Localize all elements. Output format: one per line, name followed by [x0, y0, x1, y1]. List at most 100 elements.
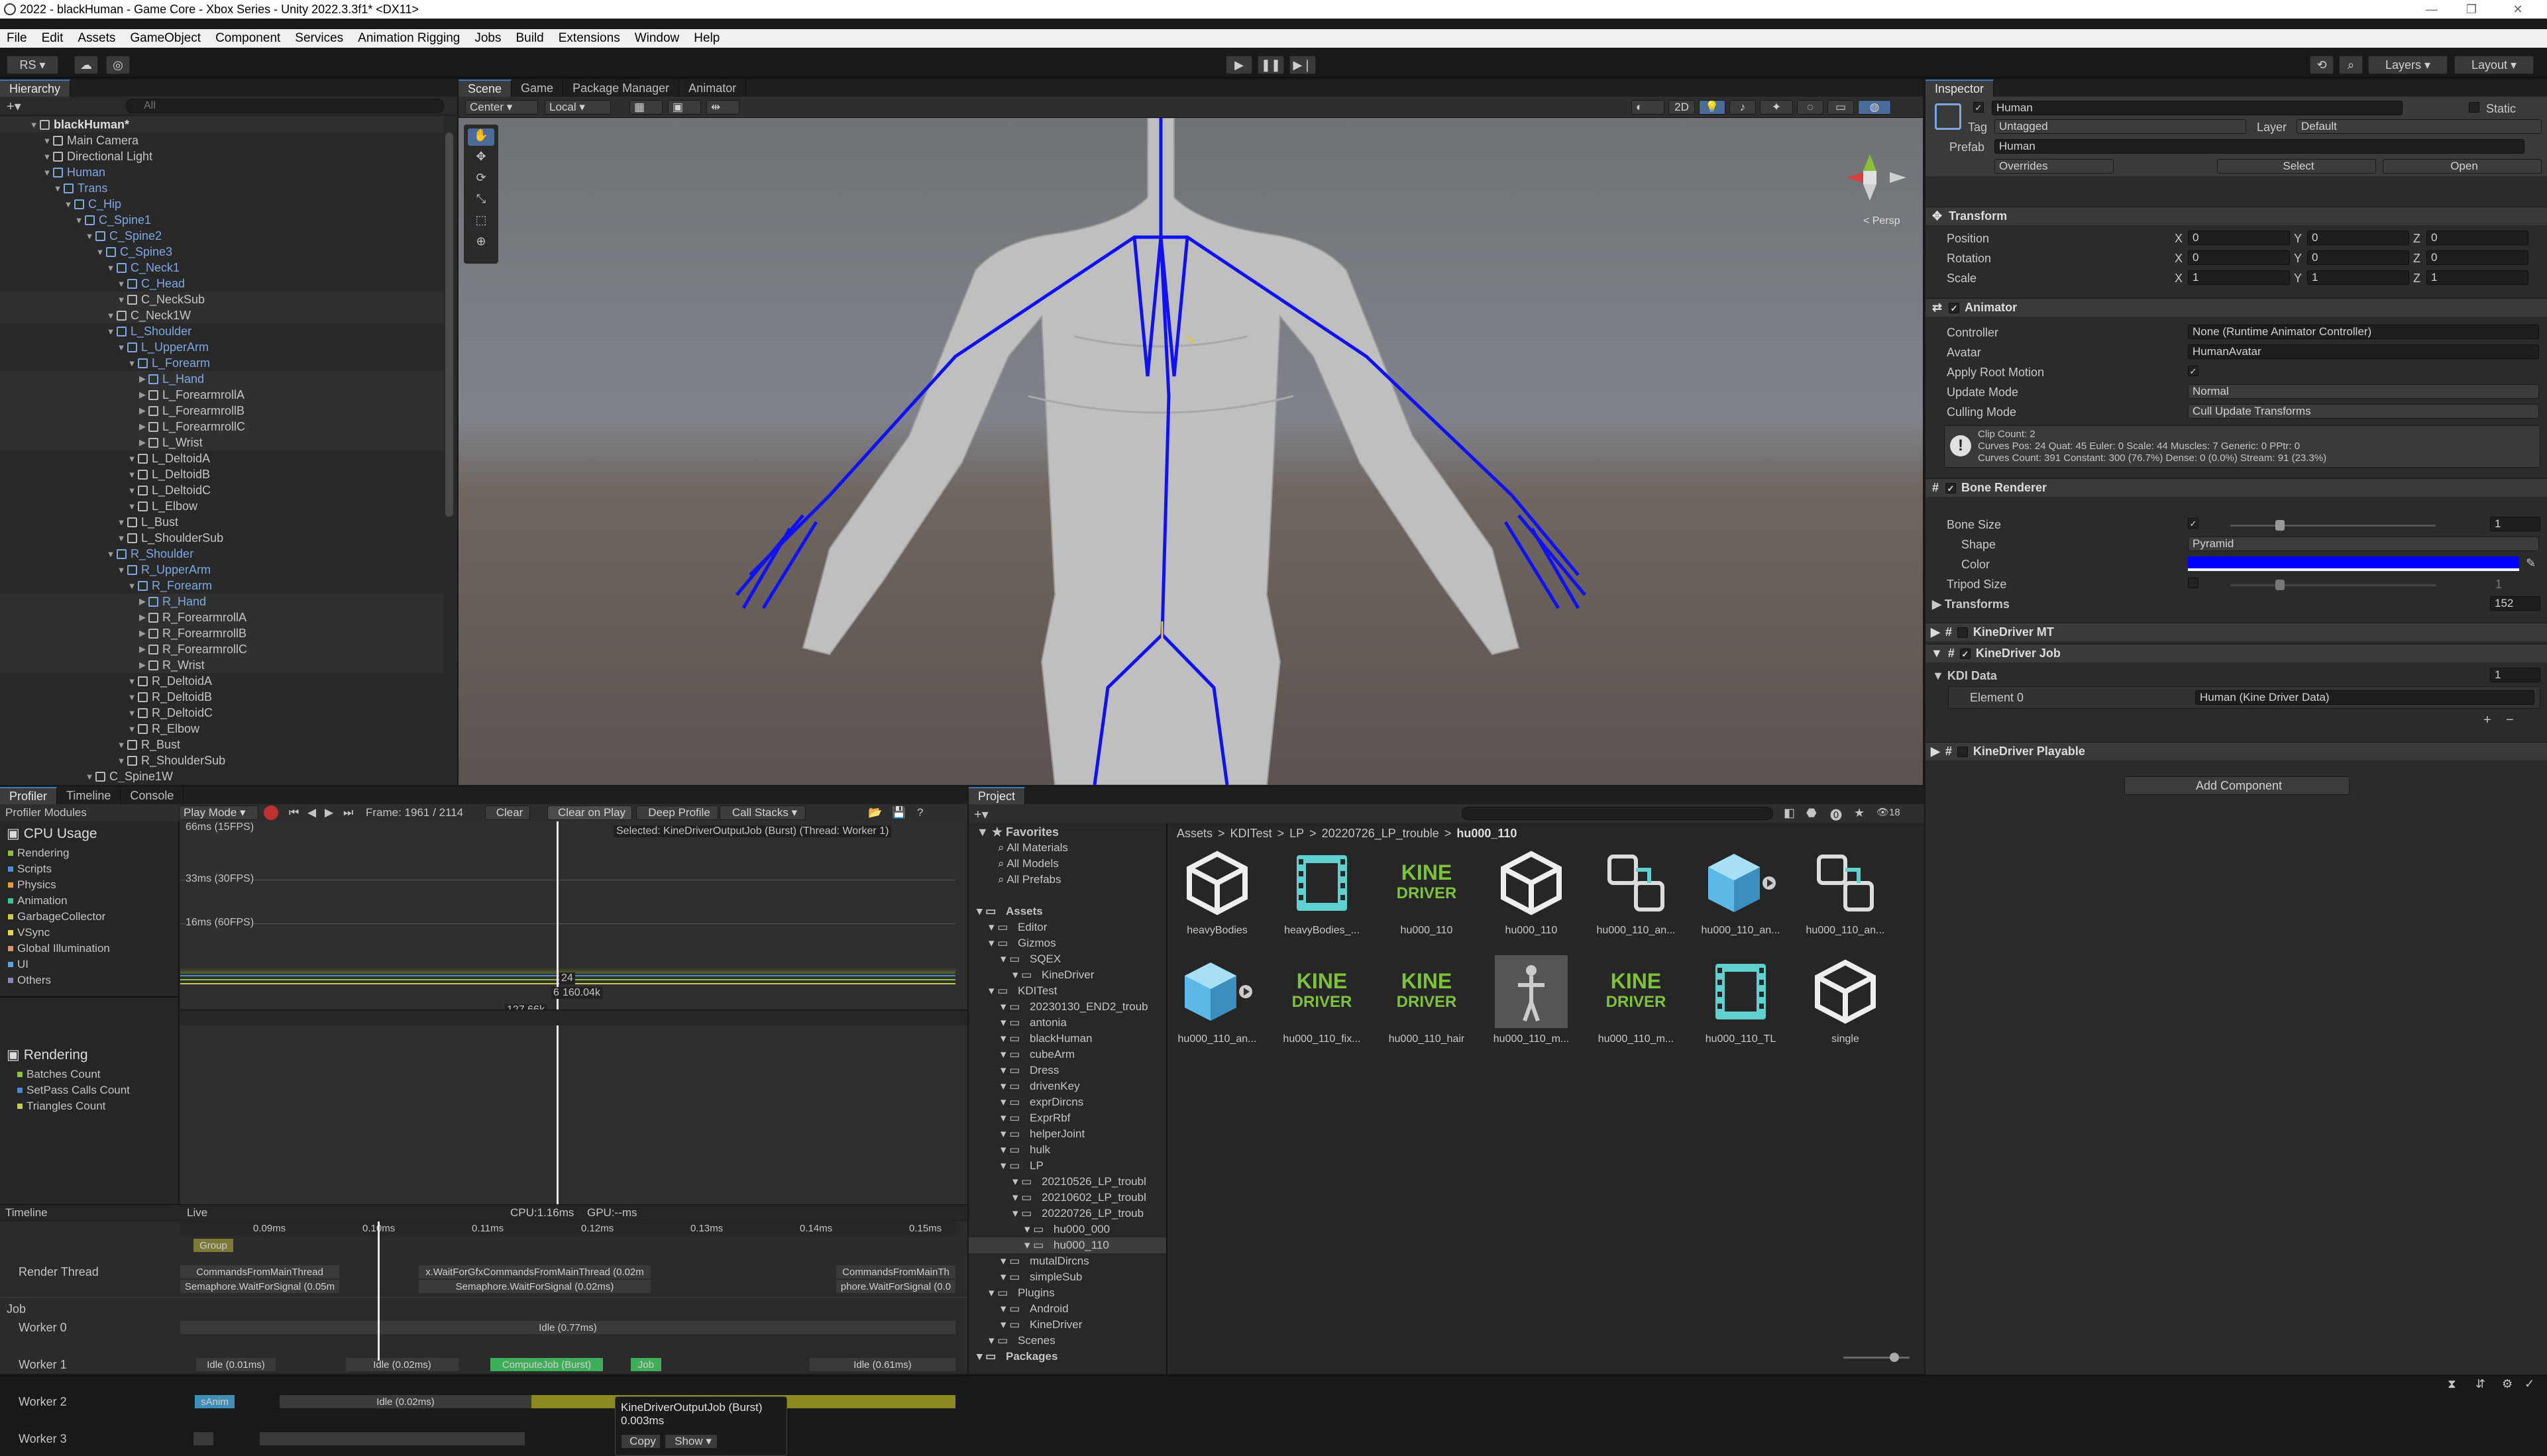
expand-arrow-icon[interactable]: ▼ [74, 215, 83, 225]
project-folder-item[interactable]: ▾ ▭ 20210526_LP_troubl [969, 1174, 1166, 1190]
expand-arrow-icon[interactable]: ▶ [138, 405, 147, 416]
project-folder-item[interactable]: ▾ ▭ Assets [969, 904, 1166, 919]
expand-arrow-icon[interactable]: ▼ [127, 486, 136, 495]
minimize-button[interactable]: — [2412, 0, 2452, 19]
hierarchy-item[interactable]: ▼ C_Neck1 [0, 260, 444, 276]
expand-arrow-icon[interactable]: ▼ [117, 295, 126, 305]
breadcrumb-item[interactable]: KDITest [1230, 827, 1272, 841]
collab-icon[interactable]: ◎ [106, 56, 130, 74]
play-button[interactable]: ▶ [1226, 56, 1252, 74]
load-icon[interactable]: 📂 [868, 806, 882, 819]
worker2-bar[interactable]: sAnim [195, 1395, 235, 1408]
hierarchy-item[interactable]: ▶ L_ForearmrollB [0, 403, 444, 419]
asset-item[interactable]: single [1802, 955, 1888, 1045]
favorites-foldout[interactable]: ▼ ★ Favorites [977, 825, 1059, 839]
project-folder-item[interactable]: ▾ ▭ hu000_110 [969, 1237, 1166, 1253]
kdi-data-foldout[interactable]: ▼ KDI Data [1932, 669, 1997, 683]
close-button[interactable]: ✕ [2498, 0, 2538, 19]
project-folder-item[interactable]: ▾ ▭ SQEX [969, 951, 1166, 967]
asset-item[interactable]: hu000_110_m... [1488, 955, 1574, 1045]
asset-item[interactable]: heavyBodies [1174, 847, 1260, 937]
culling-mode-dropdown[interactable]: Cull Update Transforms [2188, 404, 2539, 419]
project-folder-item[interactable]: ▾ ▭ simpleSub [969, 1269, 1166, 1285]
project-folder-item[interactable]: ▾ ▭ Packages [969, 1349, 1166, 1365]
prefab-open-button[interactable]: Open [2383, 159, 2542, 174]
project-folder-item[interactable]: ▾ ▭ ExprRbf [969, 1110, 1166, 1126]
asset-size-slider[interactable] [1843, 1357, 1910, 1359]
next-frame-icon[interactable]: ▶ [325, 806, 333, 819]
project-folder-item[interactable]: ▾ ▭ 20210602_LP_troubl [969, 1190, 1166, 1206]
record-button[interactable] [264, 806, 278, 820]
menu-item-jobs[interactable]: Jobs [474, 31, 501, 46]
last-frame-icon[interactable]: ⏭ [343, 806, 353, 819]
expand-arrow-icon[interactable]: ▶ [138, 390, 147, 400]
kdi-count-field[interactable]: 1 [2490, 668, 2540, 682]
remove-element-icon[interactable]: − [2506, 713, 2514, 728]
menu-item-edit[interactable]: Edit [42, 31, 64, 46]
project-folder-item[interactable]: ▾ ▭ helperJoint [969, 1126, 1166, 1142]
profiler-modules-label[interactable]: Profiler Modules [5, 806, 87, 819]
hierarchy-item[interactable]: ▶ L_ForearmrollC [0, 419, 444, 435]
tab-package-manager[interactable]: Package Manager [563, 79, 680, 97]
move-tool-icon[interactable]: ✥ [468, 150, 494, 167]
layers-dropdown[interactable]: Layers ▾ [2368, 56, 2448, 74]
hierarchy-item[interactable]: ▶ R_ForearmrollB [0, 625, 444, 641]
menu-item-services[interactable]: Services [295, 31, 343, 46]
render-thread-bar[interactable]: CommandsFromMainThread [180, 1265, 339, 1278]
project-folder-item[interactable]: ▾ ▭ cubeArm [969, 1047, 1166, 1063]
project-folder-item[interactable]: ▾ ▭ hu000_000 [969, 1222, 1166, 1237]
project-folder-item[interactable]: ▾ ▭ hulk [969, 1142, 1166, 1158]
rotation-x-field[interactable]: 0 [2188, 250, 2290, 265]
hierarchy-item[interactable]: ▼ C_NeckSub [0, 291, 444, 307]
project-folder-item[interactable]: ▾ ▭ KineDriver [969, 1317, 1166, 1333]
hierarchy-item[interactable]: ▼ C_Spine1W [0, 768, 444, 783]
expand-arrow-icon[interactable]: ▶ [138, 644, 147, 654]
audio-icon[interactable]: ♪ [1729, 100, 1756, 115]
asset-item[interactable]: KINE DRIVER hu000_110_m... [1593, 955, 1679, 1045]
performance-icon[interactable]: ⧗ [2448, 1377, 2456, 1391]
update-mode-dropdown[interactable]: Normal [2188, 384, 2539, 399]
hierarchy-item[interactable]: ▼ L_Forearm [0, 355, 444, 371]
hierarchy-item[interactable]: ▼ L_UpperArm [0, 339, 444, 355]
breadcrumb-item[interactable]: LP [1289, 827, 1304, 841]
element-field[interactable]: Human (Kine Driver Data) [2195, 690, 2534, 705]
gizmos-icon[interactable]: ◍ [1858, 100, 1891, 115]
scale-y-field[interactable]: 1 [2307, 270, 2409, 285]
project-folder-item[interactable]: ▾ ▭ blackHuman [969, 1031, 1166, 1047]
snap-icon[interactable]: ▣ [668, 100, 701, 115]
hierarchy-item[interactable]: ▼ R_Elbow [0, 721, 444, 737]
worker0-bar[interactable]: Idle (0.77ms) [180, 1321, 955, 1334]
kinedriver-playable-checkbox[interactable] [1957, 746, 1968, 757]
project-folder-item[interactable]: ▾ ▭ KDITest [969, 983, 1166, 999]
rendering-legend-item[interactable]: SetPass Calls Count [17, 1082, 176, 1098]
hand-tool-icon[interactable]: ✋ [468, 129, 494, 146]
expand-arrow-icon[interactable]: ▼ [85, 231, 94, 241]
position-y-field[interactable]: 0 [2307, 231, 2409, 245]
timeline-cursor[interactable] [378, 1222, 380, 1361]
hierarchy-item[interactable]: ▶ L_Hand [0, 371, 444, 387]
scale-z-field[interactable]: 1 [2426, 270, 2528, 285]
expand-arrow-icon[interactable]: ▼ [42, 168, 52, 178]
expand-arrow-icon[interactable]: ▼ [127, 501, 136, 511]
breadcrumb-item[interactable]: Assets [1177, 827, 1213, 841]
search-by-type-icon[interactable]: ◧ [1784, 806, 1795, 820]
render-thread-bar[interactable]: Semaphore.WaitForSignal (0.02ms) [419, 1280, 651, 1293]
expand-arrow-icon[interactable]: ▶ [138, 421, 147, 432]
prev-frame-icon[interactable]: ◀ [307, 806, 316, 819]
deep-profile-toggle[interactable]: Deep Profile [636, 806, 718, 820]
live-toggle[interactable]: Live [187, 1206, 207, 1220]
bone-renderer-header[interactable]: # ✓ Bone Renderer [1925, 478, 2547, 497]
animator-header[interactable]: ⇄ ✓ Animator [1925, 298, 2547, 317]
hidden-objects-icon[interactable]: ◌ [1797, 100, 1823, 115]
bone-size-checkbox[interactable]: ✓ [2188, 518, 2198, 529]
cpu-legend-item[interactable]: GarbageCollector [8, 909, 174, 925]
expand-arrow-icon[interactable]: ▼ [106, 311, 115, 321]
menu-item-component[interactable]: Component [215, 31, 280, 46]
hierarchy-item[interactable]: ▼ R_DeltoidB [0, 689, 444, 705]
asset-item[interactable]: hu000_110_TL [1698, 955, 1784, 1045]
expand-arrow-icon[interactable]: ▶ [138, 628, 147, 639]
render-thread-bar[interactable]: phore.WaitForSignal (0.0 [836, 1280, 955, 1293]
menu-item-animation-rigging[interactable]: Animation Rigging [358, 31, 460, 46]
expand-arrow-icon[interactable]: ▶ [138, 437, 147, 448]
project-search-input[interactable] [1462, 807, 1773, 820]
